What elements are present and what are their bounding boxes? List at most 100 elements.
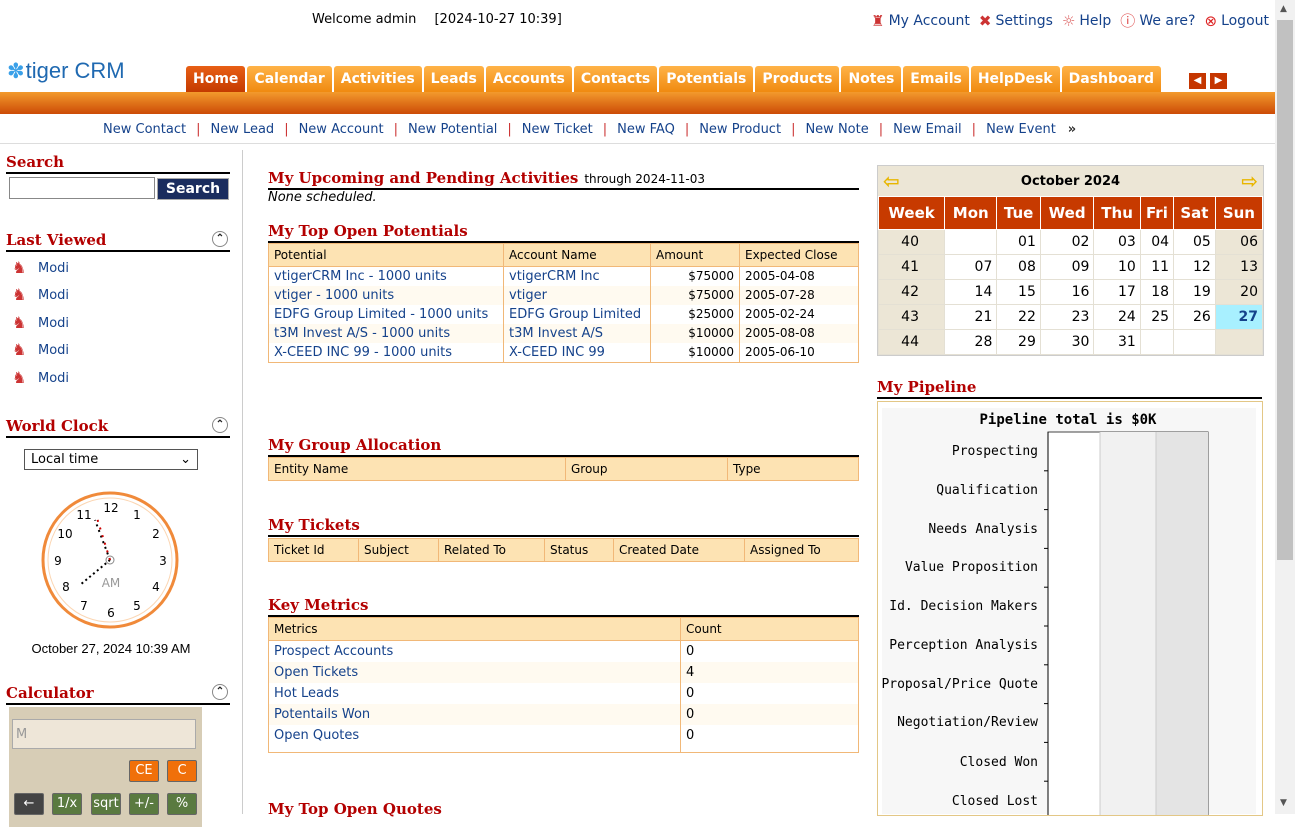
calendar-day[interactable]: 12 <box>1173 254 1216 280</box>
new-event-link[interactable]: New Event <box>986 122 1056 137</box>
last-viewed-link[interactable]: Modi <box>38 288 69 303</box>
calendar-day[interactable]: 21 <box>944 304 998 330</box>
calendar-day[interactable]: 02 <box>1039 229 1095 255</box>
account-link[interactable]: EDFG Group Limited <box>503 305 651 324</box>
new-product-link[interactable]: New Product <box>699 122 781 137</box>
potential-link[interactable]: t3M Invest A/S - 1000 units <box>268 324 504 343</box>
tab-products[interactable]: Products <box>755 66 840 92</box>
calendar-day[interactable]: 16 <box>1039 279 1095 305</box>
column-header[interactable]: Amount <box>650 243 740 267</box>
potential-link[interactable]: EDFG Group Limited - 1000 units <box>268 305 504 324</box>
new-lead-link[interactable]: New Lead <box>210 122 274 137</box>
week-number[interactable]: 44 <box>877 329 946 355</box>
calendar-day[interactable]: 23 <box>1039 304 1095 330</box>
calendar-day[interactable]: 30 <box>1039 329 1095 355</box>
column-header[interactable]: Related To <box>438 538 545 562</box>
metric-link[interactable]: Prospect Accounts <box>268 640 681 662</box>
calendar-day[interactable]: 08 <box>996 254 1041 280</box>
last-viewed-item[interactable]: ♞ Modi <box>12 368 69 388</box>
tab-potentials[interactable]: Potentials <box>659 66 754 92</box>
tab-contacts[interactable]: Contacts <box>573 66 658 92</box>
tab-scroll-right-icon[interactable]: ▶ <box>1209 72 1228 90</box>
account-link[interactable]: t3M Invest A/S <box>503 324 651 343</box>
scroll-up-icon[interactable]: ▲ <box>1280 4 1287 14</box>
week-number[interactable]: 41 <box>877 254 946 280</box>
collapse-icon[interactable]: ⌃ <box>212 417 228 433</box>
help-link[interactable]: ☼ Help <box>1062 10 1111 31</box>
column-header[interactable]: Created Date <box>613 538 745 562</box>
column-header[interactable]: Entity Name <box>268 457 566 481</box>
account-link[interactable]: vtiger <box>503 286 651 305</box>
logout-link[interactable]: ⊗ Logout <box>1204 10 1269 31</box>
calendar-day[interactable]: 28 <box>944 329 998 355</box>
timezone-select[interactable]: Local time ⌄ <box>24 449 198 470</box>
page-scrollbar[interactable]: ▲ ▼ <box>1275 0 1295 814</box>
potential-link[interactable]: vtiger - 1000 units <box>268 286 504 305</box>
account-link[interactable]: X-CEED INC 99 <box>503 343 651 363</box>
new-contact-link[interactable]: New Contact <box>103 122 186 137</box>
metric-link[interactable]: Potentails Won <box>268 704 681 725</box>
calendar-day[interactable]: 13 <box>1214 254 1264 280</box>
calendar-day[interactable]: 01 <box>996 229 1041 255</box>
calendar-day[interactable]: 06 <box>1214 229 1264 255</box>
tab-calendar[interactable]: Calendar <box>247 66 332 92</box>
calendar-day[interactable]: 24 <box>1093 304 1141 330</box>
calendar-day[interactable]: 31 <box>1093 329 1141 355</box>
week-number[interactable]: 42 <box>877 279 946 305</box>
more-links-icon[interactable]: » <box>1068 122 1076 137</box>
calendar-day[interactable]: 26 <box>1173 304 1216 330</box>
calendar-day[interactable]: 25 <box>1139 304 1175 330</box>
collapse-icon[interactable]: ⌃ <box>212 684 228 700</box>
tab-activities[interactable]: Activities <box>333 66 422 92</box>
calendar-day[interactable]: 19 <box>1173 279 1216 305</box>
last-viewed-link[interactable]: Modi <box>38 371 69 386</box>
new-account-link[interactable]: New Account <box>299 122 384 137</box>
tab-leads[interactable]: Leads <box>423 66 484 92</box>
last-viewed-link[interactable]: Modi <box>38 343 69 358</box>
calc-sqrt-button[interactable]: sqrt <box>91 793 121 815</box>
calendar-day[interactable]: 04 <box>1139 229 1175 255</box>
account-link[interactable]: vtigerCRM Inc <box>503 266 651 286</box>
calendar-day[interactable]: 15 <box>996 279 1041 305</box>
column-header[interactable]: Status <box>544 538 614 562</box>
my-account-link[interactable]: ♜ My Account <box>871 10 970 31</box>
metric-link[interactable]: Open Quotes <box>268 725 681 753</box>
calc-negate-button[interactable]: +/- <box>129 793 159 815</box>
week-number[interactable]: 43 <box>877 304 946 330</box>
scroll-thumb[interactable] <box>1277 20 1293 560</box>
new-faq-link[interactable]: New FAQ <box>617 122 675 137</box>
tab-scroll-left-icon[interactable]: ◀ <box>1188 72 1207 90</box>
search-button[interactable]: Search <box>157 178 229 200</box>
calendar-day[interactable]: 29 <box>996 329 1041 355</box>
metric-link[interactable]: Hot Leads <box>268 683 681 704</box>
last-viewed-item[interactable]: ♞ Modi <box>12 285 69 305</box>
prev-month-icon[interactable]: ⇦ <box>883 171 900 191</box>
tab-accounts[interactable]: Accounts <box>485 66 572 92</box>
calendar-day[interactable]: 18 <box>1139 279 1175 305</box>
tab-notes[interactable]: Notes <box>841 66 902 92</box>
last-viewed-link[interactable]: Modi <box>38 316 69 331</box>
calendar-day[interactable]: 14 <box>944 279 998 305</box>
metric-link[interactable]: Open Tickets <box>268 662 681 683</box>
calc-backspace-button[interactable]: ← <box>14 793 44 815</box>
tab-home[interactable]: Home <box>186 66 246 92</box>
calendar-day[interactable]: 20 <box>1214 279 1264 305</box>
calendar-day[interactable]: 17 <box>1093 279 1141 305</box>
calendar-day[interactable]: 05 <box>1173 229 1216 255</box>
calendar-day[interactable]: 03 <box>1093 229 1141 255</box>
new-potential-link[interactable]: New Potential <box>408 122 497 137</box>
column-header[interactable]: Assigned To <box>744 538 859 562</box>
settings-link[interactable]: ✖ Settings <box>979 10 1053 31</box>
new-ticket-link[interactable]: New Ticket <box>522 122 593 137</box>
tab-emails[interactable]: Emails <box>903 66 969 92</box>
potential-link[interactable]: X-CEED INC 99 - 1000 units <box>268 343 504 363</box>
tab-helpdesk[interactable]: HelpDesk <box>970 66 1060 92</box>
search-input[interactable] <box>9 177 155 199</box>
calc-inverse-button[interactable]: 1/x <box>52 793 82 815</box>
last-viewed-item[interactable]: ♞ Modi <box>12 313 69 333</box>
calendar-day[interactable]: 10 <box>1093 254 1141 280</box>
column-header[interactable]: Type <box>727 457 859 481</box>
calendar-today[interactable]: 27 <box>1214 304 1264 330</box>
last-viewed-item[interactable]: ♞ Modi <box>12 258 69 278</box>
column-header[interactable]: Ticket Id <box>268 538 359 562</box>
